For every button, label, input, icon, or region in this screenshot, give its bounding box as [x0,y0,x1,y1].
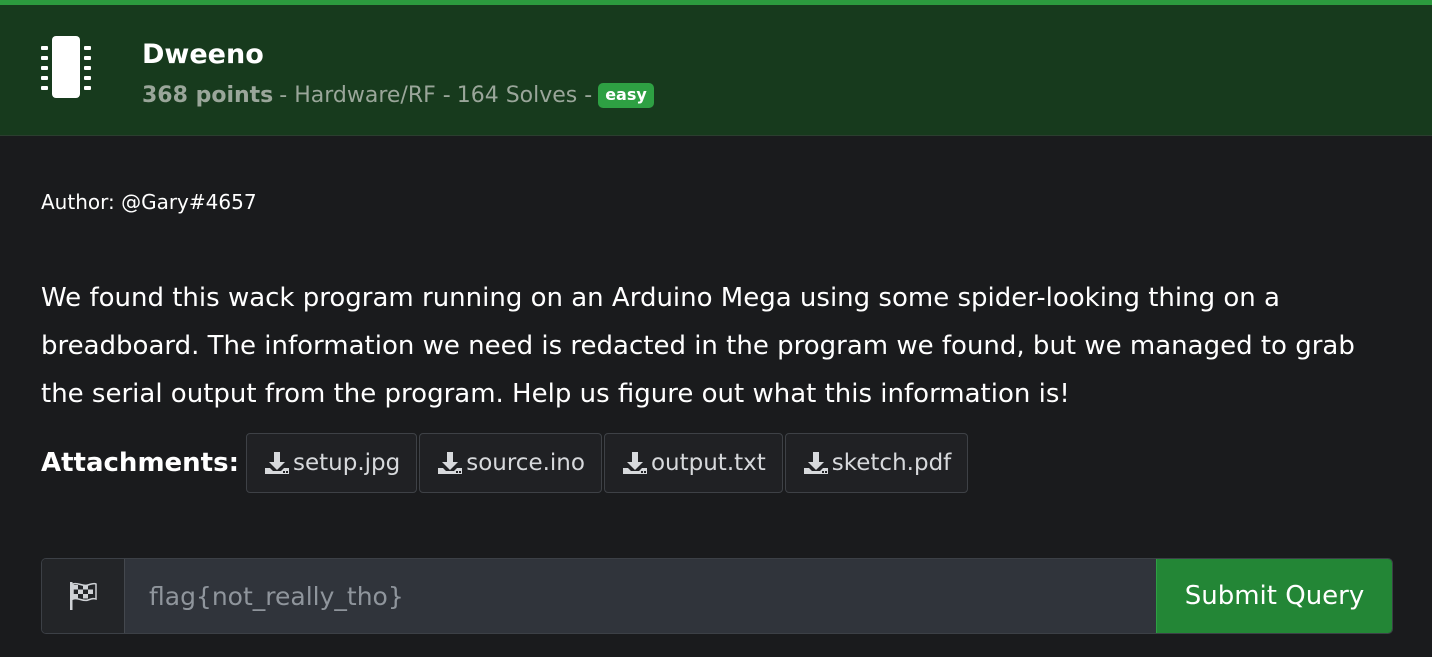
attachment-sketch-pdf[interactable]: sketch.pdf [784,433,969,493]
attachment-label: output.txt [650,450,766,476]
chip-icon [41,36,91,98]
flag-addon [42,559,125,633]
download-icon [438,452,463,474]
challenge-card: Dweeno 368 points - Hardware/RF - 164 So… [0,0,1432,657]
submit-query-button[interactable]: Submit Query [1156,559,1392,633]
challenge-category: - Hardware/RF - [279,83,451,108]
challenge-title: Dweeno [142,39,264,70]
flag-input[interactable] [125,559,1156,633]
checkered-flag-icon [70,582,97,610]
attachment-label: setup.jpg [292,450,401,476]
attachments-row: Attachments: setup.jpg source.ino output… [41,432,970,494]
challenge-solves: 164 Solves - [456,83,593,108]
challenge-points: 368 points [142,83,274,108]
download-icon [264,452,289,474]
attachment-output-txt[interactable]: output.txt [603,433,783,493]
flag-submit-form: Submit Query [41,558,1393,634]
attachments-label: Attachments: [41,448,239,478]
challenge-author: Author: @Gary#4657 [41,190,257,214]
challenge-header: Dweeno 368 points - Hardware/RF - 164 So… [0,0,1432,136]
challenge-meta: 368 points - Hardware/RF - 164 Solves - … [142,83,654,108]
attachment-label: sketch.pdf [831,450,952,476]
challenge-description: We found this wack program running on an… [41,283,1355,409]
attachment-setup-jpg[interactable]: setup.jpg [245,433,418,493]
download-icon [803,452,828,474]
difficulty-badge: easy [598,83,654,108]
attachment-source-ino[interactable]: source.ino [419,433,602,493]
attachment-label: source.ino [466,450,585,476]
download-icon [622,452,647,474]
